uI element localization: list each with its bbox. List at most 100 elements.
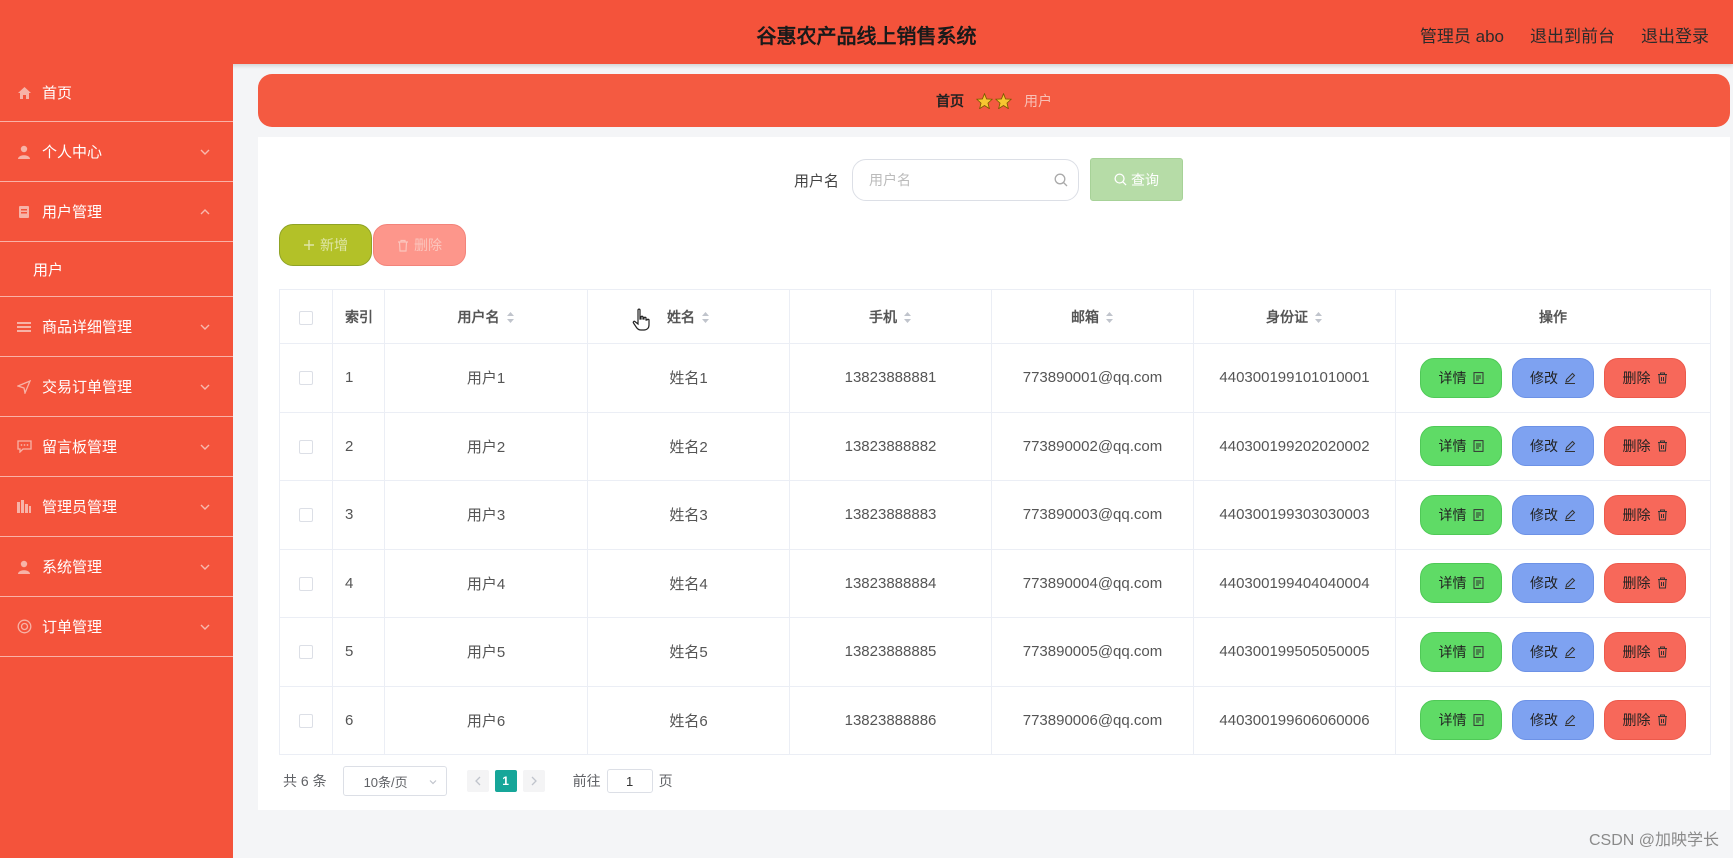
col-username[interactable]: 用户名 [384, 289, 588, 344]
hand-cursor-icon [632, 308, 650, 331]
col-label: 身份证 [1266, 308, 1308, 325]
row-checkbox[interactable] [299, 645, 313, 660]
search-field [852, 159, 1079, 201]
cell-id-card: 440300199505050005 [1193, 617, 1396, 687]
sort-icon [506, 312, 514, 324]
goto-page-input[interactable] [606, 769, 653, 793]
breadcrumb-home[interactable]: 首页 [936, 91, 964, 111]
query-button[interactable]: 查询 [1090, 158, 1183, 201]
edit-button[interactable]: 修改 [1512, 494, 1594, 535]
home-icon [16, 85, 32, 101]
sidebar-item-order-transactions[interactable]: 交易订单管理 [0, 357, 233, 417]
edit-button[interactable]: 修改 [1512, 631, 1594, 672]
document-icon [1473, 577, 1483, 590]
detail-button[interactable]: 详情 [1420, 357, 1502, 398]
chevron-down-icon [200, 564, 210, 570]
cell-phone: 13823888886 [789, 685, 992, 755]
edit-button[interactable]: 修改 [1512, 357, 1594, 398]
batch-delete-button[interactable]: 删除 [373, 224, 466, 266]
batch-delete-label: 删除 [414, 237, 442, 253]
delete-button[interactable]: 删除 [1604, 563, 1686, 604]
cell-username: 用户5 [384, 617, 588, 687]
user-manage-icon [16, 204, 32, 220]
sidebar-item-product-management[interactable]: 商品详细管理 [0, 297, 233, 357]
breadcrumb-separator [976, 92, 1012, 109]
trash-icon [1657, 646, 1667, 658]
detail-button[interactable]: 详情 [1420, 700, 1502, 741]
delete-button[interactable]: 删除 [1604, 426, 1686, 467]
prev-page-button[interactable] [466, 770, 489, 792]
cell-actions: 详情 修改 删除 [1395, 548, 1711, 618]
detail-button[interactable]: 详情 [1420, 631, 1502, 672]
search-input[interactable] [869, 160, 1049, 200]
delete-button[interactable]: 删除 [1604, 631, 1686, 672]
sidebar-item-admin-management[interactable]: 管理员管理 [0, 477, 233, 537]
col-actions: 操作 [1395, 289, 1711, 344]
exit-to-front-link[interactable]: 退出到前台 [1530, 22, 1615, 47]
sidebar-item-users[interactable]: 用户 [0, 242, 233, 297]
sidebar-item-order-management[interactable]: 订单管理 [0, 597, 233, 657]
row-checkbox[interactable] [299, 576, 313, 591]
chat-icon [16, 439, 32, 455]
sidebar-item-system-management[interactable]: 系统管理 [0, 537, 233, 597]
breadcrumb-current: 用户 [1024, 92, 1052, 109]
col-label: 姓名 [667, 308, 695, 325]
detail-button[interactable]: 详情 [1420, 426, 1502, 467]
table-row: 2 用户2 姓名2 13823888882 773890002@qq.com 440300… [279, 411, 1711, 481]
delete-button[interactable]: 删除 [1604, 494, 1686, 535]
row-checkbox[interactable] [299, 508, 313, 523]
sidebar-item-home[interactable]: 首页 [0, 64, 233, 122]
sort-icon [1106, 312, 1113, 324]
cell-email: 773890005@qq.com [991, 617, 1194, 687]
cell-id-card: 440300199404040004 [1193, 548, 1396, 618]
add-button[interactable]: 新增 [279, 224, 372, 266]
edit-button[interactable]: 修改 [1512, 426, 1594, 467]
page-number-active[interactable]: 1 [494, 770, 517, 792]
chart-icon [16, 499, 32, 515]
col-phone[interactable]: 手机 [789, 289, 992, 344]
delete-button[interactable]: 删除 [1604, 700, 1686, 741]
col-name[interactable]: 姓名 [587, 289, 790, 344]
row-checkbox[interactable] [299, 371, 313, 386]
page-size-select[interactable]: 10条/页 [342, 766, 447, 796]
detail-button[interactable]: 详情 [1420, 563, 1502, 604]
table-row: 3 用户3 姓名3 13823888883 773890003@qq.com 440300… [279, 480, 1711, 550]
document-icon [1473, 440, 1483, 453]
top-bar: 谷惠农产品线上销售系统 管理员 abo 退出到前台 退出登录 [0, 0, 1733, 64]
order-icon [16, 619, 32, 635]
next-page-button[interactable] [522, 770, 545, 792]
row-checkbox[interactable] [299, 439, 313, 454]
cell-name: 姓名2 [587, 411, 790, 481]
chevron-up-icon [200, 208, 210, 214]
sidebar-item-message-board[interactable]: 留言板管理 [0, 417, 233, 477]
col-label: 手机 [869, 308, 897, 325]
logout-link[interactable]: 退出登录 [1641, 22, 1709, 47]
sidebar-item-profile[interactable]: 个人中心 [0, 122, 233, 182]
edit-button[interactable]: 修改 [1512, 700, 1594, 741]
delete-label: 删除 [1622, 712, 1651, 729]
cell-name: 姓名3 [587, 480, 790, 550]
cell-name: 姓名6 [587, 685, 790, 755]
edit-label: 修改 [1530, 575, 1558, 592]
admin-user-label[interactable]: 管理员 abo [1420, 22, 1504, 47]
detail-button[interactable]: 详情 [1420, 494, 1502, 535]
query-button-label: 查询 [1131, 171, 1159, 188]
chevron-down-icon [200, 444, 210, 450]
cell-index: 3 [332, 480, 385, 550]
cell-email: 773890004@qq.com [991, 548, 1194, 618]
cell-email: 773890006@qq.com [991, 685, 1194, 755]
trash-icon [398, 239, 408, 252]
document-icon [1473, 645, 1483, 658]
edit-icon [1565, 715, 1576, 727]
col-email[interactable]: 邮箱 [991, 289, 1194, 344]
select-all-checkbox[interactable] [299, 310, 313, 325]
sidebar-item-user-management[interactable]: 用户管理 [0, 182, 233, 242]
col-id-card[interactable]: 身份证 [1193, 289, 1396, 344]
document-icon [1473, 371, 1483, 384]
trash-icon [1657, 714, 1667, 726]
delete-button[interactable]: 删除 [1604, 357, 1686, 398]
edit-button[interactable]: 修改 [1512, 563, 1594, 604]
detail-label: 详情 [1438, 506, 1467, 523]
row-checkbox[interactable] [299, 713, 313, 728]
detail-label: 详情 [1438, 438, 1467, 455]
